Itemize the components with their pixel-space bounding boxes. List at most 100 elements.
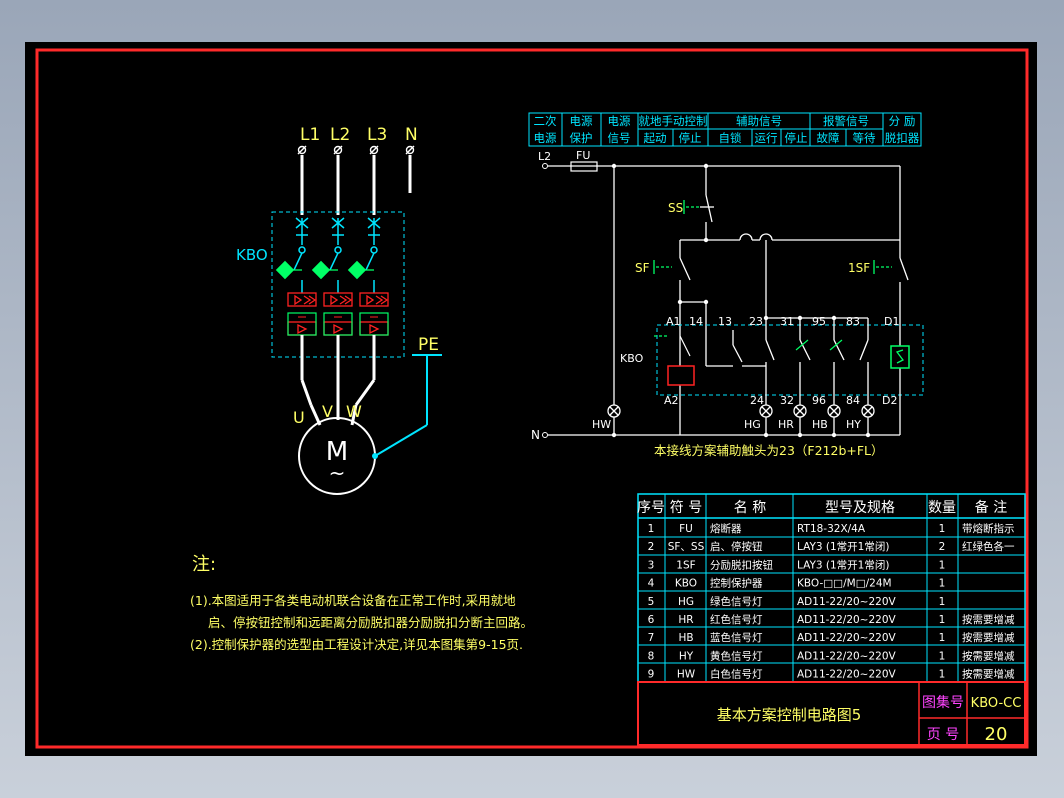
table-cell: HB	[678, 632, 693, 644]
header-shunt: 分 励	[889, 114, 916, 128]
contact-a1: A1	[666, 315, 681, 328]
table-cell: AD11-22/20~220V	[797, 650, 897, 662]
header-sub-shunt: 脱扣器	[885, 131, 920, 145]
header-sub-selflock: 自锁	[719, 131, 742, 145]
table-cell: AD11-22/20~220V	[797, 632, 897, 644]
table-cell: 1	[939, 614, 946, 626]
phase-label-n: N	[405, 125, 418, 145]
header-aux-signal: 辅助信号	[736, 114, 782, 128]
header-power1: 电源	[570, 114, 593, 128]
drawing-canvas: L1 L2 L3 N KBO U V W M ~ PE 二次 电源 电源 就地手…	[25, 42, 1037, 756]
lamp-label-hg: HG	[744, 418, 761, 431]
table-cell: LAY3 (1常开1常闭)	[797, 540, 889, 553]
notes-title: 注:	[192, 554, 216, 575]
header-sub-start: 起动	[644, 131, 667, 145]
kbo-aux-label: KBO	[620, 352, 644, 365]
table-cell: 红绿色各一	[962, 540, 1015, 553]
contact-d2: D2	[882, 394, 897, 407]
kbo-label: KBO	[236, 246, 268, 264]
header-sub-wait: 等待	[853, 131, 876, 145]
contact-96: 96	[812, 394, 826, 407]
contact-32: 32	[780, 394, 794, 407]
table-cell: 蓝色信号灯	[710, 631, 763, 644]
notes-line-2: 启、停按钮控制和远距离分励脱扣器分励脱扣分断主回路。	[208, 615, 533, 630]
contact-13: 13	[718, 315, 732, 328]
table-cell: RT18-32X/4A	[797, 523, 866, 535]
contact-d1: D1	[884, 315, 899, 328]
table-cell: FU	[679, 523, 693, 535]
table-cell: 按需要增减	[962, 649, 1015, 662]
table-cell: 3	[648, 559, 655, 571]
table-cell: KBO-□□/M□/24M	[797, 578, 892, 590]
table-cell: KBO	[675, 578, 697, 590]
contact-95: 95	[812, 315, 826, 328]
contact-a2: A2	[664, 394, 679, 407]
header-local-control: 就地手动控制	[639, 114, 708, 128]
phase-label-l1: L1	[300, 125, 320, 145]
table-cell: AD11-22/20~220V	[797, 596, 897, 608]
table-cell: 绿色信号灯	[710, 595, 763, 608]
contact-24: 24	[750, 394, 764, 407]
table-cell: 启、停按钮	[710, 540, 763, 553]
lamp-label-hw: HW	[592, 418, 611, 431]
ss-label: SS	[668, 201, 683, 215]
table-header-remark: 备 注	[975, 499, 1007, 516]
table-cell: 1	[939, 650, 946, 662]
phase-label-l2: L2	[330, 125, 350, 145]
table-header-symbol: 符 号	[670, 500, 702, 516]
notes-line-3: (2).控制保护器的选型由工程设计决定,详见本图集第9-15页.	[190, 637, 523, 652]
header-sub-stop: 停止	[679, 131, 702, 145]
table-header-name: 名 称	[734, 500, 766, 516]
table-cell: 7	[648, 632, 655, 644]
table-cell: 6	[648, 614, 655, 626]
contact-31: 31	[780, 315, 794, 328]
lamp-label-hy: HY	[846, 418, 861, 431]
table-cell: 1	[939, 523, 946, 535]
table-cell: HR	[678, 614, 693, 626]
table-cell: 1	[939, 578, 946, 590]
terminal-label-u: U	[293, 408, 305, 427]
table-header-index: 序号	[637, 500, 665, 516]
contact-23: 23	[749, 315, 763, 328]
table-cell: 控制保护器	[710, 577, 763, 590]
table-cell: 5	[648, 596, 655, 608]
contact-84: 84	[846, 394, 860, 407]
header-sub-run: 运行	[755, 131, 778, 145]
notes-line-1: (1).本图适用于各类电动机联合设备在正常工作时,采用就地	[190, 593, 516, 608]
header-sub-protect: 保护	[570, 131, 593, 145]
table-cell: 黄色信号灯	[710, 649, 763, 662]
table-cell: 熔断器	[710, 522, 742, 535]
table-cell: 按需要增减	[962, 668, 1015, 681]
fu-label: FU	[576, 149, 590, 162]
sf1-label: 1SF	[848, 261, 870, 275]
table-header-qty: 数量	[928, 500, 956, 516]
table-cell: 1	[648, 523, 655, 535]
contact-14: 14	[689, 315, 703, 328]
lamp-label-hr: HR	[778, 418, 794, 431]
table-cell: 2	[648, 541, 655, 553]
atlas-number-label: 图集号	[922, 694, 964, 711]
table-cell: 1SF	[676, 559, 695, 571]
table-cell: 9	[648, 669, 655, 681]
table-cell: 1	[939, 559, 946, 571]
sf-label: SF	[635, 261, 650, 275]
table-cell: 按需要增减	[962, 613, 1015, 626]
header-alarm-signal: 报警信号	[823, 114, 869, 128]
table-cell: HG	[678, 596, 694, 608]
table-cell: 1	[939, 632, 946, 644]
header-sub-fault: 故障	[817, 131, 840, 145]
pe-terminal	[372, 453, 378, 459]
table-cell: 8	[648, 650, 655, 662]
table-cell: HY	[679, 650, 694, 662]
table-cell: HW	[677, 669, 696, 681]
table-cell: 带熔断指示	[962, 522, 1015, 535]
pe-label: PE	[418, 335, 439, 355]
table-cell: 红色信号灯	[710, 613, 763, 626]
table-cell: 分励脱扣按钮	[710, 558, 773, 571]
atlas-number-value: KBO-CC	[971, 696, 1022, 711]
contact-83: 83	[846, 315, 860, 328]
control-caption: 本接线方案辅助触头为23（F212b+FL）	[654, 443, 884, 458]
table-cell: 1	[939, 596, 946, 608]
header-sub-stop2: 停止	[785, 131, 808, 145]
table-cell: AD11-22/20~220V	[797, 614, 897, 626]
